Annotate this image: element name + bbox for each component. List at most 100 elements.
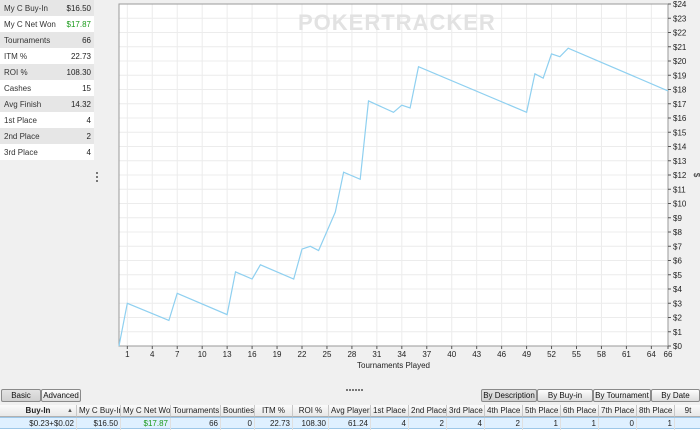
column-header[interactable]: My C Buy-In — [77, 405, 121, 417]
column-header[interactable]: 8th Place — [637, 405, 675, 417]
column-header-label: 7th Place — [601, 406, 635, 415]
y-tick-label: $21 — [673, 43, 687, 52]
column-header[interactable]: Avg Players — [329, 405, 371, 417]
stat-row: My C Buy-In $16.50 — [0, 0, 94, 16]
column-header[interactable]: 7th Place — [599, 405, 637, 417]
column-header-label: 2nd Place — [411, 406, 447, 415]
column-header[interactable]: Tournaments — [171, 405, 221, 417]
table-cell: $17.87 — [121, 418, 171, 430]
column-header-label: 8th Place — [639, 406, 673, 415]
column-header[interactable]: 2nd Place — [409, 405, 447, 417]
stat-label: ROI % — [4, 67, 28, 77]
y-tick-label: $0 — [673, 342, 682, 351]
y-tick-label: $12 — [673, 171, 687, 180]
stat-value: 66 — [82, 35, 91, 45]
x-tick-label: 55 — [572, 350, 581, 359]
vertical-splitter-handle[interactable] — [96, 172, 99, 186]
stat-value: 15 — [82, 83, 91, 93]
x-tick-label: 22 — [298, 350, 307, 359]
stat-row: 3rd Place 4 — [0, 144, 94, 160]
x-tick-label: 19 — [273, 350, 282, 359]
stat-row: 1st Place 4 — [0, 112, 94, 128]
x-tick-label: 1 — [125, 350, 130, 359]
stat-label: Tournaments — [4, 35, 51, 45]
column-header-label: 5th Place — [525, 406, 559, 415]
stat-value: 2 — [86, 131, 91, 141]
by-tournament-button[interactable]: By Tournament — [593, 389, 651, 402]
column-header-label: Bounties — [223, 406, 255, 415]
column-header[interactable]: 5th Place — [523, 405, 561, 417]
stat-value: 4 — [86, 115, 91, 125]
x-tick-label: 46 — [497, 350, 506, 359]
stat-label: 2nd Place — [4, 131, 40, 141]
stat-value: $16.50 — [66, 3, 91, 13]
stat-value: 108.30 — [66, 67, 91, 77]
table-cell: $16.50 — [77, 418, 121, 430]
x-tick-label: 10 — [198, 350, 207, 359]
by-buyin-button[interactable]: By Buy-in — [537, 389, 593, 402]
view-toolbar: Basic Advanced By Description By Buy-in … — [0, 388, 700, 404]
table-cell: 108.30 — [293, 418, 329, 430]
stat-label: 3rd Place — [4, 147, 38, 157]
y-tick-label: $6 — [673, 257, 682, 266]
x-tick-label: 4 — [150, 350, 155, 359]
stat-label: ITM % — [4, 51, 28, 61]
x-tick-label: 34 — [397, 350, 406, 359]
column-header-label: 4th Place — [487, 406, 521, 415]
y-tick-label: $3 — [673, 299, 682, 308]
table-cell — [675, 418, 700, 430]
column-header[interactable]: 6th Place — [561, 405, 599, 417]
y-axis-title: $ — [692, 173, 700, 178]
results-table: Buy-In ▲ My C Buy-In My C Net Won Tournament… — [0, 405, 700, 436]
column-header[interactable]: ITM % — [255, 405, 293, 417]
by-date-button[interactable]: By Date — [651, 389, 700, 402]
table-row[interactable]: $0.23+$0.02 $16.50 $17.87 66 0 22.73 108.30 61.… — [0, 417, 700, 430]
x-tick-label: 49 — [522, 350, 531, 359]
column-header-label: 1st Place — [373, 406, 406, 415]
column-header-label: Buy-In — [25, 406, 51, 415]
y-tick-label: $4 — [673, 285, 682, 294]
column-header[interactable]: 9t — [675, 405, 700, 417]
x-tick-label: 52 — [547, 350, 556, 359]
column-header[interactable]: Buy-In ▲ — [0, 405, 77, 417]
stat-label: My C Net Won — [4, 19, 56, 29]
winnings-chart: $0 $1 $2 $3 $4 $5 $6 $7 $8 $9 $10 $11 $12 $13 $14 $15 $1… — [108, 0, 700, 376]
column-header-label: 6th Place — [563, 406, 597, 415]
table-header-row: Buy-In ▲ My C Buy-In My C Net Won Tournament… — [0, 405, 700, 417]
column-header-label: 3rd Place — [449, 406, 483, 415]
basic-button[interactable]: Basic — [1, 389, 41, 402]
column-header-label: 9t — [684, 406, 692, 415]
y-tick-label: $18 — [673, 86, 687, 95]
advanced-button[interactable]: Advanced — [41, 389, 81, 402]
table-cell: 0 — [599, 418, 637, 430]
column-header-label: Avg Players — [331, 406, 371, 415]
table-cell: 4 — [447, 418, 485, 430]
y-tick-label: $9 — [673, 214, 682, 223]
x-tick-label: 37 — [422, 350, 431, 359]
x-tick-label: 7 — [175, 350, 180, 359]
column-header[interactable]: Bounties — [221, 405, 255, 417]
column-header[interactable]: ROI % — [293, 405, 329, 417]
y-tick-label: $5 — [673, 271, 682, 280]
y-tick-label: $10 — [673, 200, 687, 209]
stat-label: 1st Place — [4, 115, 37, 125]
column-header[interactable]: My C Net Won — [121, 405, 171, 417]
column-header-label: My C Buy-In — [79, 406, 121, 415]
horizontal-splitter-handle[interactable] — [346, 384, 366, 391]
column-header[interactable]: 3rd Place — [447, 405, 485, 417]
table-cell: 2 — [409, 418, 447, 430]
y-tick-label: $24 — [673, 0, 687, 9]
by-description-button[interactable]: By Description — [481, 389, 537, 402]
table-cell: 0 — [221, 418, 255, 430]
column-header[interactable]: 1st Place — [371, 405, 409, 417]
column-header[interactable]: 4th Place — [485, 405, 523, 417]
stats-panel: My C Buy-In $16.50 My C Net Won $17.87 Tourn… — [0, 0, 94, 160]
table-cell: 1 — [637, 418, 675, 430]
stat-row: My C Net Won $17.87 — [0, 16, 94, 32]
y-tick-label: $20 — [673, 57, 687, 66]
chart-svg: $0$1$2$3$4$5$6$7$8$9$10$11$12$13$14$15$1… — [118, 0, 700, 370]
x-tick-label: 64 — [647, 350, 656, 359]
y-tick-label: $11 — [673, 185, 686, 194]
y-tick-label: $17 — [673, 100, 687, 109]
table-cell: 61.24 — [329, 418, 371, 430]
